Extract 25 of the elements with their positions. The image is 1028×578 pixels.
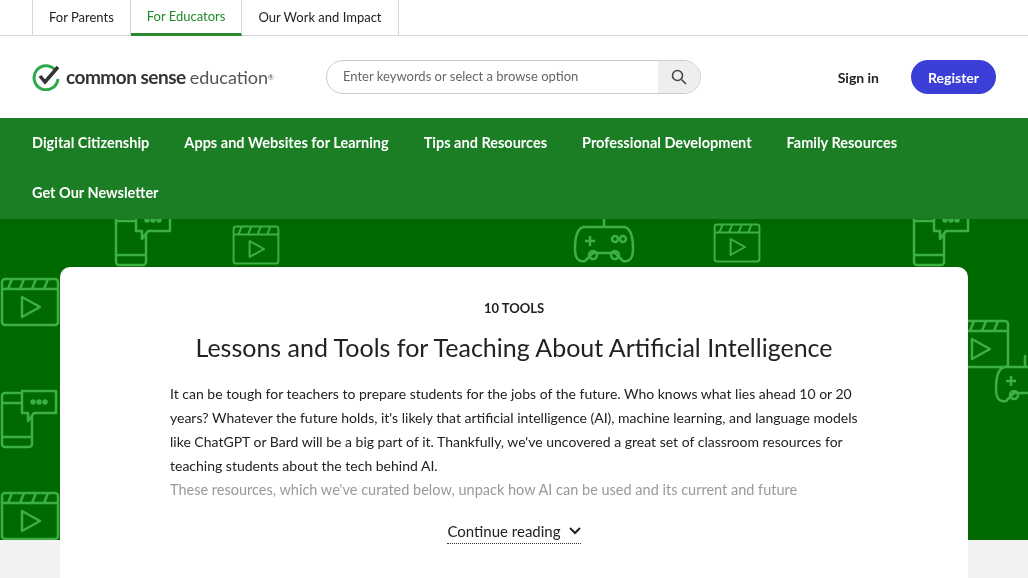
- clapperboard-icon: [713, 223, 761, 263]
- article-title: Lessons and Tools for Teaching About Artificial Intelligence: [195, 330, 833, 364]
- gamepad-icon: [573, 219, 635, 265]
- nav-link[interactable]: Professional Development: [582, 118, 752, 168]
- search-bar[interactable]: Enter keywords or select a browse option: [326, 60, 701, 94]
- check-circle-icon: [32, 63, 62, 91]
- clapperboard-icon: [232, 225, 280, 265]
- search-field[interactable]: Enter keywords or select a browse option: [327, 61, 658, 93]
- register-button[interactable]: Register: [911, 60, 996, 94]
- search-icon: [671, 69, 687, 85]
- nav-link[interactable]: Digital Citizenship: [32, 118, 150, 168]
- clapperboard-icon: [0, 277, 60, 327]
- continue-reading-link[interactable]: Continue reading: [447, 520, 581, 544]
- nav-link[interactable]: Tips and Resources: [423, 118, 548, 168]
- nav-link[interactable]: Apps and Websites for Learning: [184, 118, 389, 168]
- search-button[interactable]: [658, 61, 700, 93]
- site-logo[interactable]: common sense education$^{®}$: [32, 62, 302, 92]
- intro-paragraph: It can be tough for teachers to prepare students for the jobs of the future. Who knows what lies ahead 10 or 20 years? Whatever the future holds, it's likely that artificial intelligence (AI), machine learning, and language models like ChatGPT or Bard will be a big part of it. Thankfully, we've uncovered a great set of classroom resources for teaching students about the tech behind AI.: [170, 384, 858, 476]
- nav-link[interactable]: Family Resources: [786, 118, 898, 168]
- chevron-down-icon: [568, 527, 581, 536]
- faded-paragraph: These resources, which we've curated below, unpack how AI can be used and its current and future: [170, 480, 799, 500]
- sign-in-link[interactable]: Sign in: [837, 66, 880, 88]
- clapperboard-icon: [0, 491, 60, 540]
- eyebrow-label: 10 TOOLS: [483, 299, 545, 318]
- nav-link[interactable]: Get Our Newsletter: [32, 168, 159, 218]
